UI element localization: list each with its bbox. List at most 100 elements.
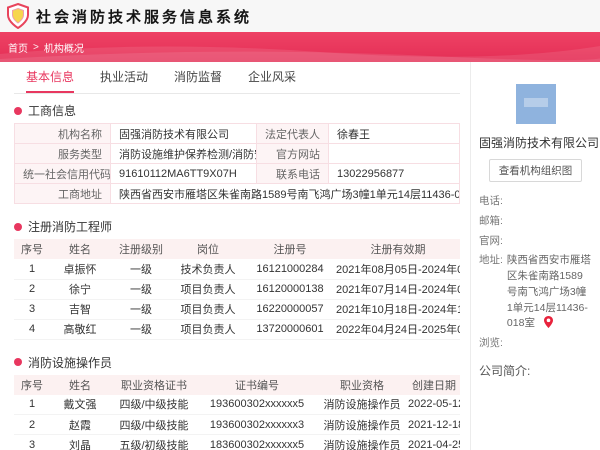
table-cell: 2021-12-18 xyxy=(408,414,460,435)
table-row: 1卓振怀一级技术负责人161210002842021年08月05日-2024年0… xyxy=(14,259,460,280)
sidebar-field-views: 浏览: xyxy=(479,337,503,349)
table-cell: 2021年10月18日-2024年10月18日 xyxy=(336,299,460,320)
table-row: 2 赵霞 四级/中级技能 193600302xxxxxx3 消防设施操作员 2021-12… xyxy=(14,414,460,435)
table-cell: 16120000138 xyxy=(244,279,336,300)
table-cell: 五级/初级技能 xyxy=(110,434,198,450)
column-header: 姓名 xyxy=(50,239,110,259)
table-row: 2徐宁一级项目负责人161200001382021年07月14日-2024年07… xyxy=(14,279,460,300)
column-header: 注册级别 xyxy=(110,239,172,259)
app-header: 社会消防技术服务信息系统 xyxy=(0,0,600,32)
field-value: 消防设施维护保养检测/消防安全评估 xyxy=(110,143,257,164)
tab-practice[interactable]: 执业活动 xyxy=(100,68,148,93)
table-cell: 13720000601 xyxy=(244,319,336,340)
table-row: 1 戴文强 四级/中级技能 193600302xxxxxx5 消防设施操作员 2022-0… xyxy=(14,394,460,415)
main-content: 基本信息 执业活动 消防监督 企业风采 工商信息 机构名称 固强消防技术有限公司… xyxy=(0,62,470,450)
column-header: 职业资格证书 xyxy=(110,374,198,395)
app-title: 社会消防技术服务信息系统 xyxy=(36,8,253,26)
table-cell: 193600302xxxxxx5 xyxy=(198,394,316,415)
section-title-operators: 消防设施操作员 xyxy=(14,354,460,371)
location-pin-icon[interactable] xyxy=(543,316,553,329)
operators-table: 序号 姓名 职业资格证书 证书编号 职业资格 创建日期 1 戴文强 四级/中级技能 1… xyxy=(14,374,460,450)
field-label: 法定代表人 xyxy=(256,123,329,144)
table-row: 服务类型 消防设施维护保养检测/消防安全评估 官方网站 xyxy=(14,143,460,164)
breadcrumb-home-link[interactable]: 首页 xyxy=(8,40,28,55)
table-cell: 消防设施操作员 xyxy=(316,414,408,435)
table-cell: 2022年04月24日-2025年04月24日 xyxy=(336,319,460,340)
column-header: 证书编号 xyxy=(198,374,316,395)
table-row: 工商地址 陕西省西安市雁塔区朱雀南路1589号南飞鸿广场3幢1单元14层1143… xyxy=(14,183,460,204)
column-header: 姓名 xyxy=(50,374,110,395)
column-header: 注册号 xyxy=(244,239,336,259)
table-cell: 2 xyxy=(14,414,50,435)
field-label: 机构名称 xyxy=(14,123,111,144)
red-dot-icon xyxy=(14,222,22,231)
field-label: 统一社会信用代码 xyxy=(14,163,111,184)
engineers-table: 序号 姓名 注册级别 岗位 注册号 注册有效期 1 卓振怀 一级 技术负责人 16121… xyxy=(14,239,460,340)
table-cell: 16220000057 xyxy=(244,299,336,320)
company-logo-image xyxy=(515,84,556,124)
table-cell: 消防设施操作员 xyxy=(316,434,408,450)
tab-basic-info[interactable]: 基本信息 xyxy=(26,68,75,93)
column-header: 岗位 xyxy=(172,239,244,259)
table-cell: 消防设施操作员 xyxy=(316,394,408,415)
section-title-business-info: 工商信息 xyxy=(14,102,460,119)
field-label: 联系电话 xyxy=(256,163,329,184)
table-row: 3吉智一级项目负责人162200000572021年10月18日-2024年10… xyxy=(14,299,460,320)
table-cell: 技术负责人 xyxy=(172,259,244,280)
table-cell: 项目负责人 xyxy=(172,299,244,320)
breadcrumb-separator: > xyxy=(33,41,39,53)
field-value: 陕西省西安市雁塔区朱雀南路1589号南飞鸿广场3幢1单元14层11436-018… xyxy=(110,183,460,204)
field-label: 工商地址 xyxy=(14,183,111,204)
business-info-table: 机构名称 固强消防技术有限公司 法定代表人 徐春王 服务类型 消防设施维护保养检… xyxy=(14,123,460,204)
table-header-row: 序号 姓名 职业资格证书 证书编号 职业资格 创建日期 xyxy=(14,374,460,395)
table-cell: 2021-04-25 xyxy=(408,434,460,450)
column-header: 序号 xyxy=(14,374,50,395)
field-label: 官方网站 xyxy=(256,143,329,164)
breadcrumb: 首页 > 机构概况 xyxy=(8,40,84,55)
table-cell: 2022-05-12 xyxy=(408,394,460,415)
table-cell: 四级/中级技能 xyxy=(110,414,198,435)
table-cell: 193600302xxxxxx3 xyxy=(198,414,316,435)
tab-bar: 基本信息 执业活动 消防监督 企业风采 xyxy=(14,62,460,94)
tab-supervision[interactable]: 消防监督 xyxy=(174,68,222,93)
sidebar-field-email: 邮箱: xyxy=(479,214,503,227)
table-cell: 183600302xxxxxx5 xyxy=(198,434,316,450)
field-value: 固强消防技术有限公司 xyxy=(110,123,257,144)
red-dot-icon xyxy=(14,106,22,115)
table-cell: 1 xyxy=(14,394,50,415)
table-cell: 2021年08月05日-2024年08月05日 xyxy=(336,259,460,280)
sidebar-field-phone: 电话: xyxy=(479,195,503,207)
table-cell: 2021年07月14日-2024年07月14日 xyxy=(336,279,460,300)
view-org-chart-button[interactable]: 查看机构组织图 xyxy=(488,159,583,182)
table-row: 统一社会信用代码 91610112MA6TT9X07H 联系电话 1302295… xyxy=(14,163,460,184)
table-cell: 16121000284 xyxy=(244,259,336,280)
banner-wave-decoration xyxy=(0,46,600,62)
column-header: 职业资格 xyxy=(316,374,408,395)
field-value: 徐春王 xyxy=(328,123,460,144)
table-cell: 赵霞 xyxy=(50,414,110,435)
table-cell: 项目负责人 xyxy=(172,279,244,300)
section-title-engineers: 注册消防工程师 xyxy=(14,218,460,235)
page-body: 基本信息 执业活动 消防监督 企业风采 工商信息 机构名称 固强消防技术有限公司… xyxy=(0,62,600,450)
tab-company-style[interactable]: 企业风采 xyxy=(248,68,296,93)
table-cell: 3 xyxy=(14,299,50,320)
table-cell: 卓振怀 xyxy=(50,259,110,280)
company-name: 固强消防技术有限公司 xyxy=(479,136,600,150)
field-value: 13022956877 xyxy=(328,163,460,184)
table-row: 4高敬红一级项目负责人137200006012022年04月24日-2025年0… xyxy=(14,319,460,340)
table-cell: 一级 xyxy=(110,319,172,340)
table-cell: 高敬红 xyxy=(50,319,110,340)
field-value xyxy=(328,143,460,164)
table-row: 3 刘晶 五级/初级技能 183600302xxxxxx5 消防设施操作员 2021-04… xyxy=(14,434,460,450)
column-header: 注册有效期 xyxy=(336,239,460,259)
shield-logo-icon xyxy=(7,3,29,29)
table-cell: 一级 xyxy=(110,259,172,280)
breadcrumb-banner: 首页 > 机构概况 xyxy=(0,32,600,62)
company-profile-title: 公司简介: xyxy=(479,363,531,378)
table-cell: 3 xyxy=(14,434,50,450)
column-header: 序号 xyxy=(14,239,50,259)
breadcrumb-current: 机构概况 xyxy=(43,43,84,55)
table-cell: 2 xyxy=(14,279,50,300)
table-header-row: 序号 姓名 注册级别 岗位 注册号 注册有效期 xyxy=(14,239,460,259)
table-cell: 4 xyxy=(14,319,50,340)
